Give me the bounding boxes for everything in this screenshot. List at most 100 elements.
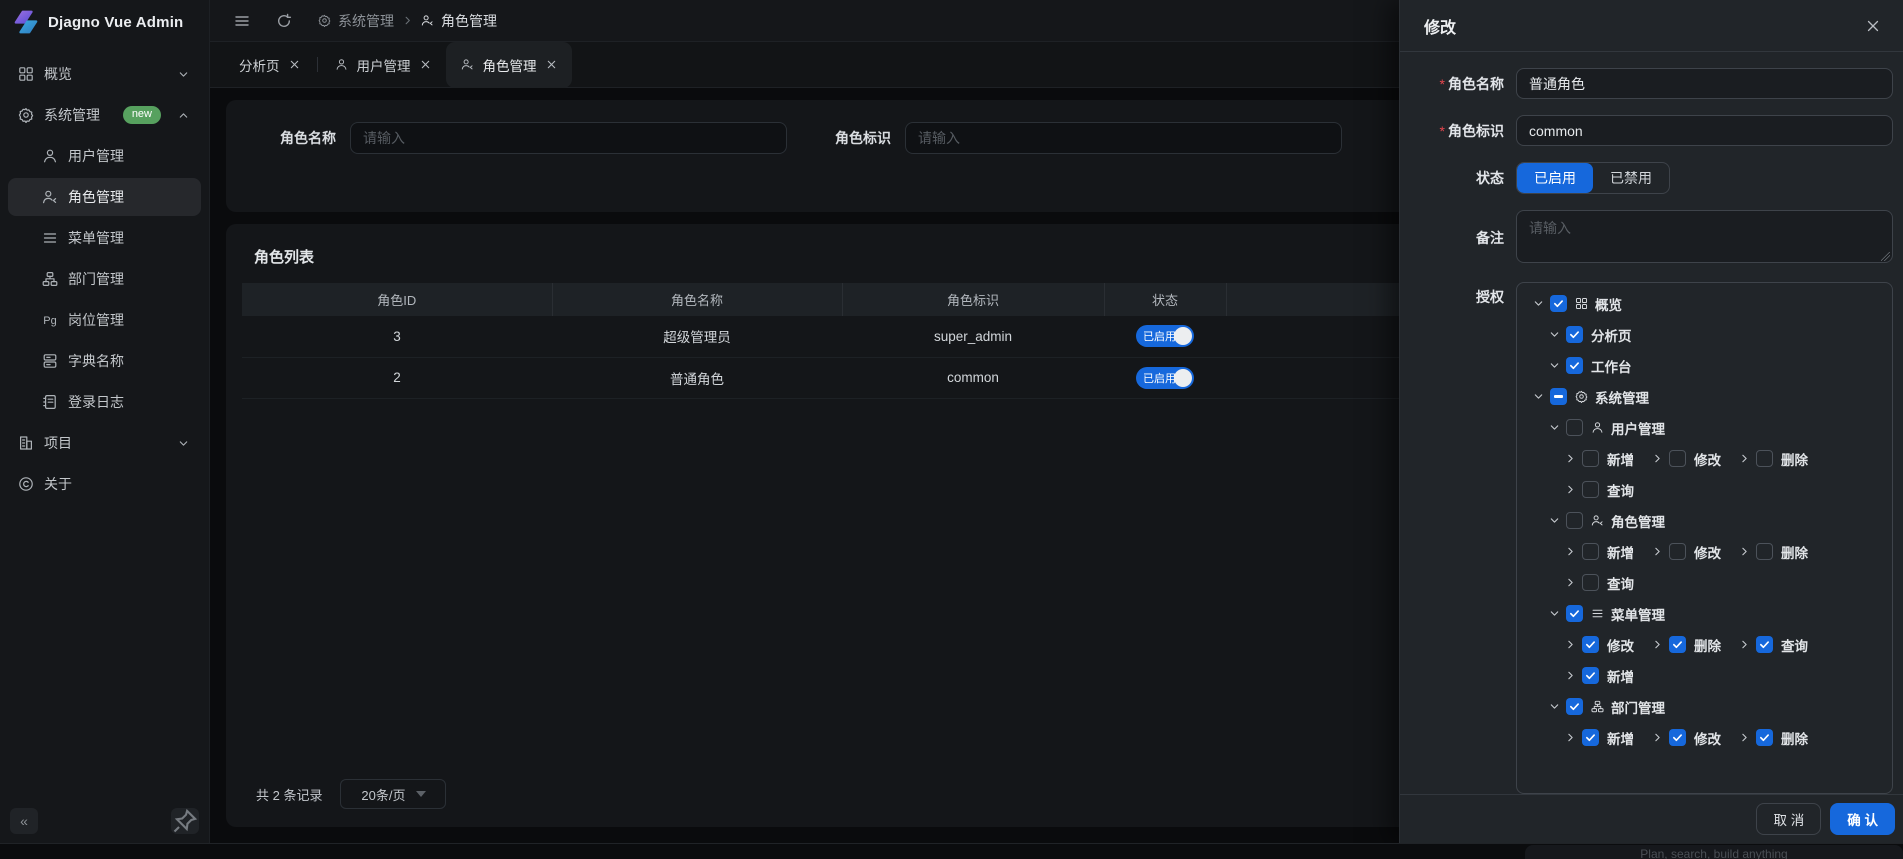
close-icon[interactable] (546, 59, 557, 70)
chevron-right-icon[interactable] (1561, 484, 1579, 495)
tree-node-删除[interactable]: 删除 (1735, 449, 1808, 469)
checkbox-off[interactable] (1669, 450, 1686, 467)
sidebar-item-登录日志[interactable]: 登录日志 (8, 383, 201, 421)
tree-node-查询[interactable]: 查询 (1735, 635, 1808, 655)
tree-node-系统管理[interactable]: 系统管理 (1529, 387, 1649, 407)
tree-node-删除[interactable]: 删除 (1735, 542, 1808, 562)
close-icon[interactable] (1865, 18, 1881, 34)
checkbox-on[interactable] (1582, 667, 1599, 684)
checkbox-on[interactable] (1669, 729, 1686, 746)
chevron-right-icon[interactable] (1648, 453, 1666, 464)
chevron-right-icon[interactable] (1561, 670, 1579, 681)
refresh-icon[interactable] (276, 13, 292, 29)
chevron-down-icon[interactable] (1545, 515, 1563, 526)
tree-node-查询[interactable]: 查询 (1561, 573, 1634, 593)
tree-node-修改[interactable]: 修改 (1648, 728, 1721, 748)
tree-node-新增[interactable]: 新增 (1561, 728, 1634, 748)
checkbox-off[interactable] (1582, 574, 1599, 591)
sidebar-collapse-button[interactable]: « (10, 808, 38, 834)
close-icon[interactable] (420, 59, 431, 70)
chevron-down-icon[interactable] (1529, 391, 1547, 402)
breadcrumb-item[interactable]: 角色管理 (421, 11, 497, 31)
tree-node-角色管理[interactable]: 角色管理 (1545, 511, 1665, 531)
status-option-disabled[interactable]: 已禁用 (1593, 163, 1669, 193)
hamburger-menu-icon[interactable] (234, 13, 250, 29)
chevron-right-icon[interactable] (1735, 546, 1753, 557)
tree-node-查询[interactable]: 查询 (1561, 480, 1634, 500)
confirm-button[interactable]: 确 认 (1830, 803, 1895, 835)
sidebar-item-系统管理[interactable]: 系统管理 new (8, 96, 201, 134)
chevron-right-icon[interactable] (1648, 639, 1666, 650)
checkbox-off[interactable] (1582, 543, 1599, 560)
sidebar-item-部门管理[interactable]: 部门管理 (8, 260, 201, 298)
tree-node-删除[interactable]: 删除 (1648, 635, 1721, 655)
role-key-input[interactable] (1516, 115, 1893, 146)
chevron-down-icon[interactable] (1545, 422, 1563, 433)
checkbox-off[interactable] (1566, 512, 1583, 529)
checkbox-on[interactable] (1550, 295, 1567, 312)
tab-用户管理[interactable]: 用户管理 (320, 42, 446, 88)
tree-node-修改[interactable]: 修改 (1648, 449, 1721, 469)
chevron-right-icon[interactable] (1561, 577, 1579, 588)
tree-node-部门管理[interactable]: 部门管理 (1545, 697, 1665, 717)
tree-node-新增[interactable]: 新增 (1561, 666, 1634, 686)
checkbox-on[interactable] (1582, 636, 1599, 653)
tree-node-新增[interactable]: 新增 (1561, 449, 1634, 469)
pin-icon[interactable] (171, 808, 199, 834)
tree-node-菜单管理[interactable]: 菜单管理 (1545, 604, 1665, 624)
chevron-right-icon[interactable] (1648, 546, 1666, 557)
tab-分析页[interactable]: 分析页 (224, 42, 315, 88)
chevron-down-icon[interactable] (1545, 608, 1563, 619)
checkbox-on[interactable] (1756, 636, 1773, 653)
chevron-right-icon[interactable] (1561, 453, 1579, 464)
tree-node-分析页[interactable]: 分析页 (1545, 325, 1632, 345)
chevron-down-icon[interactable] (1545, 329, 1563, 340)
checkbox-half[interactable] (1550, 388, 1567, 405)
sidebar-item-关于[interactable]: 关于 (8, 465, 201, 503)
checkbox-off[interactable] (1582, 481, 1599, 498)
search-input-角色标识[interactable] (905, 122, 1342, 154)
chevron-right-icon[interactable] (1648, 732, 1666, 743)
sidebar-item-用户管理[interactable]: 用户管理 (8, 137, 201, 175)
chevron-right-icon[interactable] (1735, 453, 1753, 464)
chevron-down-icon[interactable] (1545, 701, 1563, 712)
chevron-down-icon[interactable] (1545, 360, 1563, 371)
sidebar-item-字典名称[interactable]: 字典名称 (8, 342, 201, 380)
checkbox-off[interactable] (1756, 450, 1773, 467)
checkbox-on[interactable] (1566, 326, 1583, 343)
checkbox-off[interactable] (1582, 450, 1599, 467)
checkbox-off[interactable] (1566, 419, 1583, 436)
tree-node-概览[interactable]: 概览 (1529, 294, 1622, 314)
tab-角色管理[interactable]: 角色管理 (446, 42, 572, 88)
tree-node-删除[interactable]: 删除 (1735, 728, 1808, 748)
search-input-角色名称[interactable] (350, 122, 787, 154)
tree-node-用户管理[interactable]: 用户管理 (1545, 418, 1665, 438)
status-option-enabled[interactable]: 已启用 (1517, 163, 1593, 193)
checkbox-on[interactable] (1566, 357, 1583, 374)
chevron-right-icon[interactable] (1561, 546, 1579, 557)
sidebar-item-项目[interactable]: 项目 (8, 424, 201, 462)
page-size-select[interactable]: 20条/页 (340, 779, 446, 809)
cancel-button[interactable]: 取 消 (1756, 803, 1821, 835)
checkbox-on[interactable] (1669, 636, 1686, 653)
tree-node-修改[interactable]: 修改 (1648, 542, 1721, 562)
close-icon[interactable] (289, 59, 300, 70)
chevron-right-icon[interactable] (1735, 732, 1753, 743)
tree-node-修改[interactable]: 修改 (1561, 635, 1634, 655)
checkbox-on[interactable] (1566, 698, 1583, 715)
sidebar-item-概览[interactable]: 概览 (8, 55, 201, 93)
checkbox-on[interactable] (1582, 729, 1599, 746)
tree-node-新增[interactable]: 新增 (1561, 542, 1634, 562)
sidebar-item-岗位管理[interactable]: Pg 岗位管理 (8, 301, 201, 339)
breadcrumb-item[interactable]: 系统管理 (318, 11, 394, 31)
sidebar-item-菜单管理[interactable]: 菜单管理 (8, 219, 201, 257)
sidebar-item-角色管理[interactable]: 角色管理 (8, 178, 201, 216)
chevron-right-icon[interactable] (1561, 639, 1579, 650)
tree-node-工作台[interactable]: 工作台 (1545, 356, 1632, 376)
chevron-right-icon[interactable] (1561, 732, 1579, 743)
status-toggle[interactable]: 已启用 (1136, 367, 1194, 389)
checkbox-off[interactable] (1756, 543, 1773, 560)
checkbox-on[interactable] (1566, 605, 1583, 622)
checkbox-off[interactable] (1669, 543, 1686, 560)
chevron-down-icon[interactable] (1529, 298, 1547, 309)
